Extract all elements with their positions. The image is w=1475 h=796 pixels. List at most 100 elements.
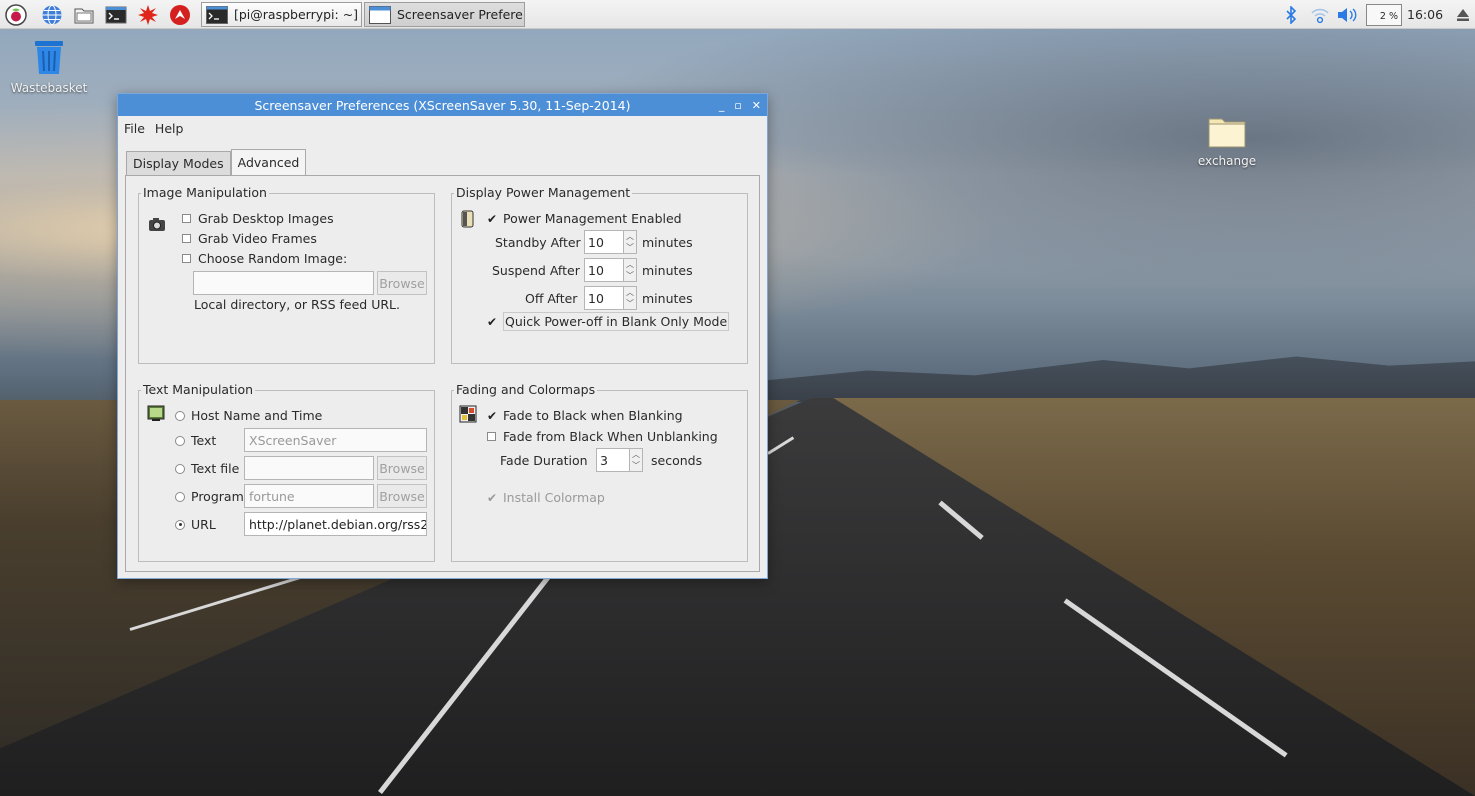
menu-file[interactable]: File bbox=[124, 121, 145, 136]
off-label: Off After bbox=[525, 291, 578, 306]
screensaver-window: Screensaver Preferences (XScreenSaver 5.… bbox=[117, 93, 768, 579]
minimize-icon[interactable]: _ bbox=[719, 99, 725, 112]
clock[interactable]: 16:06 bbox=[1407, 7, 1443, 22]
frame-title: Fading and Colormaps bbox=[454, 382, 598, 397]
monitor-power-icon bbox=[461, 210, 474, 228]
chevron-up-icon[interactable]: ︿ bbox=[626, 260, 634, 269]
spinner-value[interactable]: 10 bbox=[584, 230, 624, 254]
text-file-radio[interactable]: Text file bbox=[175, 461, 239, 476]
fade-from-black-checkbox[interactable]: Fade from Black When Unblanking bbox=[487, 429, 718, 444]
colormap-icon bbox=[459, 405, 477, 423]
wolfram-icon[interactable] bbox=[169, 4, 191, 26]
text-manipulation-frame: Text Manipulation Host Name and Time Tex… bbox=[138, 382, 435, 562]
volume-icon[interactable] bbox=[1334, 6, 1360, 24]
image-manipulation-frame: Image Manipulation Grab Desktop Images G… bbox=[138, 185, 435, 364]
program-browse-button[interactable]: Browse bbox=[377, 484, 427, 508]
wastebasket-desktop-icon[interactable]: Wastebasket bbox=[8, 38, 90, 95]
checkbox-box bbox=[182, 214, 191, 223]
spinner-arrows[interactable]: ︿ ﹀ bbox=[624, 230, 637, 254]
text-radio[interactable]: Text bbox=[175, 433, 216, 448]
fade-duration-unit: seconds bbox=[651, 453, 703, 468]
task-screensaver[interactable]: Screensaver Preferen... bbox=[364, 2, 525, 27]
radio-dot bbox=[175, 519, 185, 530]
radio-dot bbox=[175, 463, 185, 474]
bluetooth-icon[interactable] bbox=[1282, 5, 1300, 24]
grab-desktop-checkbox[interactable]: Grab Desktop Images bbox=[182, 211, 334, 226]
grab-video-checkbox[interactable]: Grab Video Frames bbox=[182, 231, 317, 246]
terminal-icon[interactable] bbox=[105, 4, 127, 26]
close-icon[interactable]: ✕ bbox=[752, 99, 761, 112]
spinner-value[interactable]: 10 bbox=[584, 258, 624, 282]
chevron-up-icon[interactable]: ︿ bbox=[626, 232, 634, 241]
text-input[interactable]: XScreenSaver bbox=[244, 428, 427, 452]
power-management-frame: Display Power Management ✔ Power Managem… bbox=[451, 185, 748, 364]
spinner-arrows[interactable]: ︿ ﹀ bbox=[630, 448, 643, 472]
maximize-icon[interactable]: ▫ bbox=[734, 99, 741, 112]
raspberry-menu-icon[interactable] bbox=[5, 4, 27, 26]
spinner-value[interactable]: 3 bbox=[596, 448, 630, 472]
wifi-icon[interactable] bbox=[1306, 6, 1334, 24]
radio-dot bbox=[175, 491, 185, 502]
chevron-down-icon[interactable]: ﹀ bbox=[626, 299, 634, 308]
host-name-radio[interactable]: Host Name and Time bbox=[175, 408, 322, 423]
exchange-desktop-icon[interactable]: exchange bbox=[1190, 113, 1264, 168]
spinner-arrows[interactable]: ︿ ﹀ bbox=[624, 258, 637, 282]
task-terminal[interactable]: [pi@raspberrypi: ~] bbox=[201, 2, 362, 27]
fade-to-black-checkbox[interactable]: ✔ Fade to Black when Blanking bbox=[487, 408, 683, 423]
tab-display-modes[interactable]: Display Modes bbox=[126, 151, 231, 175]
file-manager-icon[interactable] bbox=[73, 4, 95, 26]
radio-dot bbox=[175, 435, 185, 446]
program-radio[interactable]: Program bbox=[175, 489, 244, 504]
power-enabled-checkbox[interactable]: ✔ Power Management Enabled bbox=[487, 211, 682, 226]
text-file-input[interactable] bbox=[244, 456, 374, 480]
window-titlebar[interactable]: Screensaver Preferences (XScreenSaver 5.… bbox=[118, 94, 767, 116]
task-label: Screensaver Preferen... bbox=[397, 7, 524, 22]
cpu-monitor[interactable]: 2 % bbox=[1366, 3, 1402, 26]
standby-spinner[interactable]: 10 ︿ ﹀ bbox=[584, 230, 637, 254]
off-spinner[interactable]: 10 ︿ ﹀ bbox=[584, 286, 637, 310]
system-tray: 2 % 16:06 bbox=[1282, 0, 1471, 29]
math-kernel-icon[interactable] bbox=[137, 4, 159, 26]
spinner-value[interactable]: 10 bbox=[584, 286, 624, 310]
choose-random-checkbox[interactable]: Choose Random Image: bbox=[182, 251, 347, 266]
chevron-down-icon[interactable]: ﹀ bbox=[626, 271, 634, 280]
window-title: Screensaver Preferences (XScreenSaver 5.… bbox=[254, 97, 631, 113]
image-browse-button[interactable]: Browse bbox=[377, 271, 427, 295]
url-input[interactable]: http://planet.debian.org/rss20.x bbox=[244, 512, 427, 536]
web-browser-icon[interactable] bbox=[41, 4, 63, 26]
standby-label: Standby After bbox=[495, 235, 581, 250]
checkbox-label: Grab Desktop Images bbox=[198, 211, 334, 226]
fading-frame: Fading and Colormaps ✔ Fade to Black whe… bbox=[451, 382, 748, 562]
radio-label: Text file bbox=[191, 461, 240, 476]
suspend-spinner[interactable]: 10 ︿ ﹀ bbox=[584, 258, 637, 282]
checkbox-box bbox=[182, 254, 191, 263]
eject-icon[interactable] bbox=[1455, 8, 1471, 22]
cpu-usage: 2 % bbox=[1379, 10, 1398, 22]
menu-help[interactable]: Help bbox=[155, 121, 184, 136]
checkbox-label: Fade from Black When Unblanking bbox=[503, 429, 718, 444]
chevron-up-icon[interactable]: ︿ bbox=[626, 288, 634, 297]
chevron-down-icon[interactable]: ﹀ bbox=[626, 243, 634, 252]
exchange-label: exchange bbox=[1197, 154, 1257, 168]
fade-duration-spinner[interactable]: 3 ︿ ﹀ bbox=[596, 448, 643, 472]
checkbox-label: Grab Video Frames bbox=[198, 231, 317, 246]
program-input[interactable]: fortune bbox=[244, 484, 374, 508]
trash-icon bbox=[35, 41, 63, 74]
install-colormap-checkbox[interactable]: ✔ Install Colormap bbox=[487, 490, 605, 505]
tab-advanced[interactable]: Advanced bbox=[230, 149, 307, 175]
quick-poweroff-checkbox[interactable]: ✔ Quick Power-off in Blank Only Mode bbox=[487, 312, 730, 331]
spinner-arrows[interactable]: ︿ ﹀ bbox=[624, 286, 637, 310]
checkmark-icon: ✔ bbox=[487, 211, 498, 226]
frame-title: Text Manipulation bbox=[141, 382, 256, 397]
checkbox-label: Power Management Enabled bbox=[503, 211, 682, 226]
text-file-browse-button[interactable]: Browse bbox=[377, 456, 427, 480]
checkbox-label: Install Colormap bbox=[503, 490, 605, 505]
radio-dot bbox=[175, 410, 185, 421]
checkmark-icon: ✔ bbox=[487, 408, 498, 423]
chevron-down-icon[interactable]: ﹀ bbox=[632, 461, 640, 470]
url-radio[interactable]: URL bbox=[175, 517, 216, 532]
checkmark-icon: ✔ bbox=[487, 314, 498, 329]
chevron-up-icon[interactable]: ︿ bbox=[632, 450, 640, 459]
off-unit: minutes bbox=[642, 291, 693, 306]
image-path-input[interactable] bbox=[193, 271, 374, 295]
